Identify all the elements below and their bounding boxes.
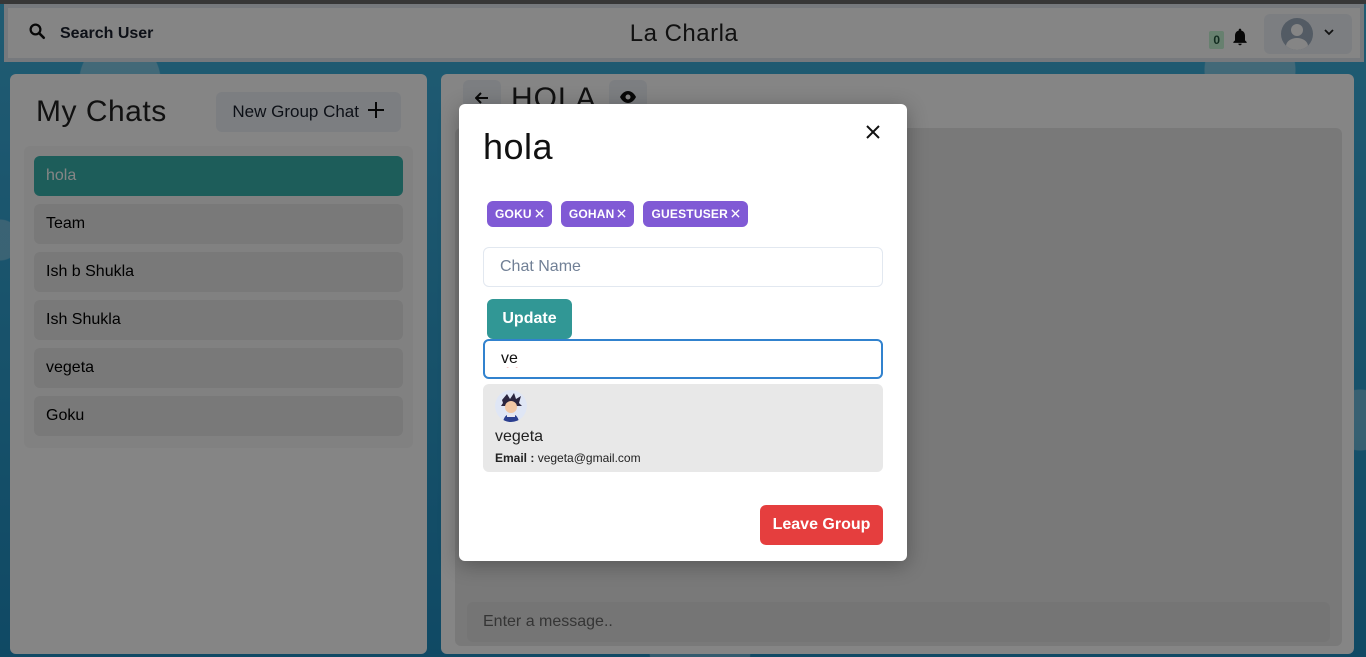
member-tag[interactable]: GUESTUSER xyxy=(643,201,748,227)
remove-member-icon[interactable] xyxy=(617,207,627,221)
user-search-result[interactable]: vegeta Email : vegeta@gmail.com xyxy=(483,384,883,472)
email-label: Email : xyxy=(495,451,535,465)
member-tag[interactable]: GOHAN xyxy=(560,201,635,227)
close-icon xyxy=(866,124,880,144)
update-button[interactable]: Update xyxy=(487,299,572,339)
chat-name-input[interactable] xyxy=(483,247,883,287)
remove-member-icon[interactable] xyxy=(731,207,740,221)
member-tag[interactable]: GOKU xyxy=(487,201,552,227)
close-button[interactable] xyxy=(857,118,889,150)
member-tag-label: GOHAN xyxy=(568,207,615,221)
member-tag-label: GUESTUSER xyxy=(651,207,728,221)
email-value: vegeta@gmail.com xyxy=(537,451,641,465)
avatar xyxy=(495,390,527,422)
add-user-search-input[interactable] xyxy=(483,339,883,379)
modal-title: hola xyxy=(483,126,554,167)
member-tag-label: GOKU xyxy=(495,207,532,221)
leave-group-button[interactable]: Leave Group xyxy=(760,505,883,545)
group-settings-modal: hola GOKU GOHAN GUESTUSER Update xyxy=(459,104,907,561)
member-tags: GOKU GOHAN GUESTUSER xyxy=(487,201,748,227)
result-user-email: Email : vegeta@gmail.com xyxy=(495,451,871,465)
remove-member-icon[interactable] xyxy=(535,207,544,221)
result-user-name: vegeta xyxy=(495,428,544,445)
